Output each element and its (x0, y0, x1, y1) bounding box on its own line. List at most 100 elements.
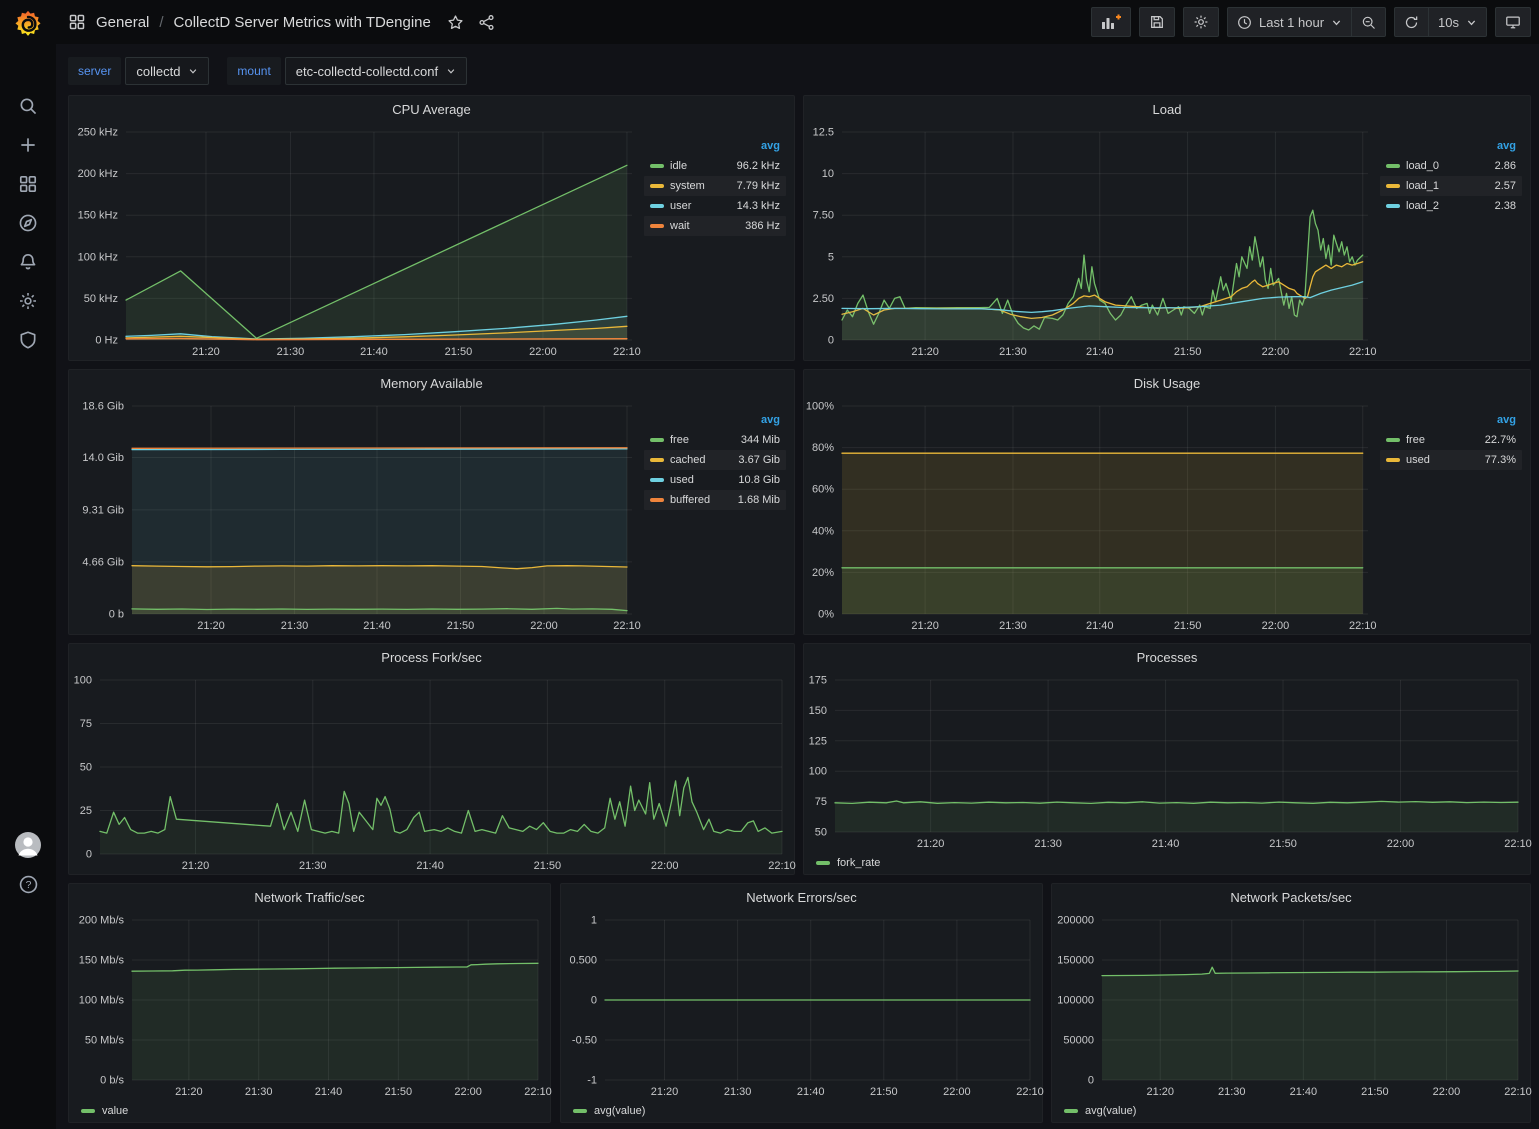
chart-area[interactable]: 025507510021:2021:3021:4021:5022:0022:10 (69, 670, 794, 874)
explore-compass-icon[interactable] (17, 212, 39, 234)
breadcrumb-folder[interactable]: General (96, 14, 149, 31)
add-panel-button[interactable] (1091, 7, 1131, 37)
variable-mount-value[interactable]: etc-collectd-collectd.conf (285, 57, 467, 85)
chart-area[interactable]: 0%20%40%60%80%100%21:2021:3021:4021:5022… (804, 396, 1380, 634)
user-avatar[interactable] (14, 831, 42, 859)
x-axis-tick: 22:00 (530, 620, 558, 632)
legend-avg-header[interactable]: avg (644, 138, 786, 156)
time-range-picker[interactable]: Last 1 hour (1227, 7, 1352, 37)
legend-series-label[interactable]: avg(value) (1085, 1105, 1136, 1117)
x-axis-tick: 21:30 (277, 346, 305, 358)
legend-series-label[interactable]: fork_rate (837, 857, 880, 869)
panel-title[interactable]: Network Errors/sec (561, 884, 1042, 910)
dashboard-settings-button[interactable] (1183, 7, 1219, 37)
panel-title[interactable]: Network Packets/sec (1052, 884, 1530, 910)
legend-avg-header[interactable]: avg (1380, 412, 1522, 430)
legend-series-label[interactable]: load_1 (1406, 180, 1439, 192)
legend-series-value: 2.86 (1495, 160, 1516, 172)
chart[interactable]: 0 b/s50 Mb/s100 Mb/s150 Mb/s200 Mb/s21:2… (69, 910, 550, 1100)
y-axis-tick: 14.0 Gib (82, 452, 124, 464)
legend: avgload_02.86load_12.57load_22.38 (1380, 122, 1530, 360)
chart-area[interactable]: 0 b4.66 Gib9.31 Gib14.0 Gib18.6 Gib21:20… (69, 396, 644, 634)
chart-area[interactable]: 05000010000015000020000021:2021:3021:402… (1052, 910, 1530, 1100)
x-axis-tick: 21:50 (1174, 620, 1202, 632)
chart-area[interactable]: 0 b/s50 Mb/s100 Mb/s150 Mb/s200 Mb/s21:2… (69, 910, 550, 1100)
y-axis-tick: 150 kHz (78, 210, 118, 222)
y-axis-tick: 0.500 (569, 955, 597, 967)
legend-series-label[interactable]: value (102, 1105, 128, 1117)
panel-title[interactable]: CPU Average (69, 96, 794, 122)
chart-area[interactable]: 02.5057.501012.521:2021:3021:4021:5022:0… (804, 122, 1380, 360)
page-title[interactable]: CollectD Server Metrics with TDengine (174, 14, 431, 31)
legend-series-label[interactable]: buffered (670, 494, 710, 506)
panel-title[interactable]: Processes (804, 644, 1530, 670)
save-dashboard-button[interactable] (1139, 7, 1175, 37)
star-icon[interactable] (447, 14, 464, 31)
y-axis-tick: 0 (591, 995, 597, 1007)
chart-area[interactable]: 507510012515017521:2021:3021:4021:5022:0… (804, 670, 1530, 852)
legend: avg(value) (1052, 1100, 1530, 1122)
alerting-bell-icon[interactable] (17, 251, 39, 273)
zoom-out-time-button[interactable] (1352, 7, 1386, 37)
x-axis-tick: 21:30 (999, 620, 1027, 632)
panel-title[interactable]: Network Traffic/sec (69, 884, 550, 910)
legend-series-label[interactable]: cached (670, 454, 705, 466)
template-variables: server collectd mount etc-collectd-colle… (68, 57, 467, 85)
x-axis-tick: 21:20 (192, 346, 220, 358)
chart[interactable]: 0 Hz50 kHz100 kHz150 kHz200 kHz250 kHz21… (69, 122, 644, 360)
x-axis-tick: 21:30 (281, 620, 309, 632)
x-axis-tick: 21:20 (911, 620, 939, 632)
grafana-logo[interactable] (11, 7, 45, 41)
x-axis-tick: 21:20 (197, 620, 225, 632)
panel-title[interactable]: Disk Usage (804, 370, 1530, 396)
legend-series-label[interactable]: load_0 (1406, 160, 1439, 172)
refresh-button[interactable] (1394, 7, 1429, 37)
time-picker-group: Last 1 hour (1227, 7, 1386, 37)
chart[interactable]: 507510012515017521:2021:3021:4021:5022:0… (804, 670, 1530, 852)
y-axis-tick: 75 (80, 718, 92, 730)
legend-series-label[interactable]: load_2 (1406, 200, 1439, 212)
search-icon[interactable] (17, 95, 39, 117)
y-axis-tick: 100 (809, 766, 827, 778)
legend-avg-header[interactable]: avg (1380, 138, 1522, 156)
chart[interactable]: 0 b4.66 Gib9.31 Gib14.0 Gib18.6 Gib21:20… (69, 396, 644, 634)
legend-series-label[interactable]: user (670, 200, 691, 212)
configuration-gear-icon[interactable] (17, 290, 39, 312)
legend-series-label[interactable]: wait (670, 220, 690, 232)
chart[interactable]: 05000010000015000020000021:2021:3021:402… (1052, 910, 1530, 1100)
legend-series-label[interactable]: used (1406, 454, 1430, 466)
legend-series-label[interactable]: system (670, 180, 705, 192)
variable-server-value[interactable]: collectd (125, 57, 209, 85)
panel-body: 025507510021:2021:3021:4021:5022:0022:10 (69, 670, 794, 874)
share-icon[interactable] (478, 14, 495, 31)
chart-area[interactable]: -1-0.5000.500121:2021:3021:4021:5022:002… (561, 910, 1042, 1100)
panel-title[interactable]: Load (804, 96, 1530, 122)
legend-series-label[interactable]: free (1406, 434, 1425, 446)
chart[interactable]: 02.5057.501012.521:2021:3021:4021:5022:0… (804, 122, 1380, 360)
help-icon[interactable]: ? (17, 873, 39, 895)
server-admin-shield-icon[interactable] (17, 329, 39, 351)
x-axis-tick: 21:30 (299, 860, 327, 872)
x-axis-tick: 21:50 (1361, 1086, 1389, 1098)
dashboards-icon[interactable] (17, 173, 39, 195)
x-axis-tick: 22:10 (1504, 1086, 1532, 1098)
panel-title[interactable]: Process Fork/sec (69, 644, 794, 670)
y-axis-tick: 5 (828, 251, 834, 263)
chart[interactable]: 0%20%40%60%80%100%21:2021:3021:4021:5022… (804, 396, 1380, 634)
legend-color-dash (1386, 204, 1400, 208)
chart[interactable]: 025507510021:2021:3021:4021:5022:0022:10 (69, 670, 794, 874)
chart-area[interactable]: 0 Hz50 kHz100 kHz150 kHz200 kHz250 kHz21… (69, 122, 644, 360)
legend-item: buffered1.68 Mib (644, 490, 786, 510)
create-plus-icon[interactable] (17, 134, 39, 156)
x-axis-tick: 22:00 (651, 860, 679, 872)
legend-series-value: 2.38 (1495, 200, 1516, 212)
cycle-view-mode-button[interactable] (1495, 7, 1531, 37)
legend-series-label[interactable]: idle (670, 160, 687, 172)
legend-series-label[interactable]: avg(value) (594, 1105, 645, 1117)
legend-avg-header[interactable]: avg (644, 412, 786, 430)
refresh-interval-picker[interactable]: 10s (1429, 7, 1487, 37)
chart[interactable]: -1-0.5000.500121:2021:3021:4021:5022:002… (561, 910, 1042, 1100)
panel-title[interactable]: Memory Available (69, 370, 794, 396)
legend-series-label[interactable]: free (670, 434, 689, 446)
legend-series-label[interactable]: used (670, 474, 694, 486)
